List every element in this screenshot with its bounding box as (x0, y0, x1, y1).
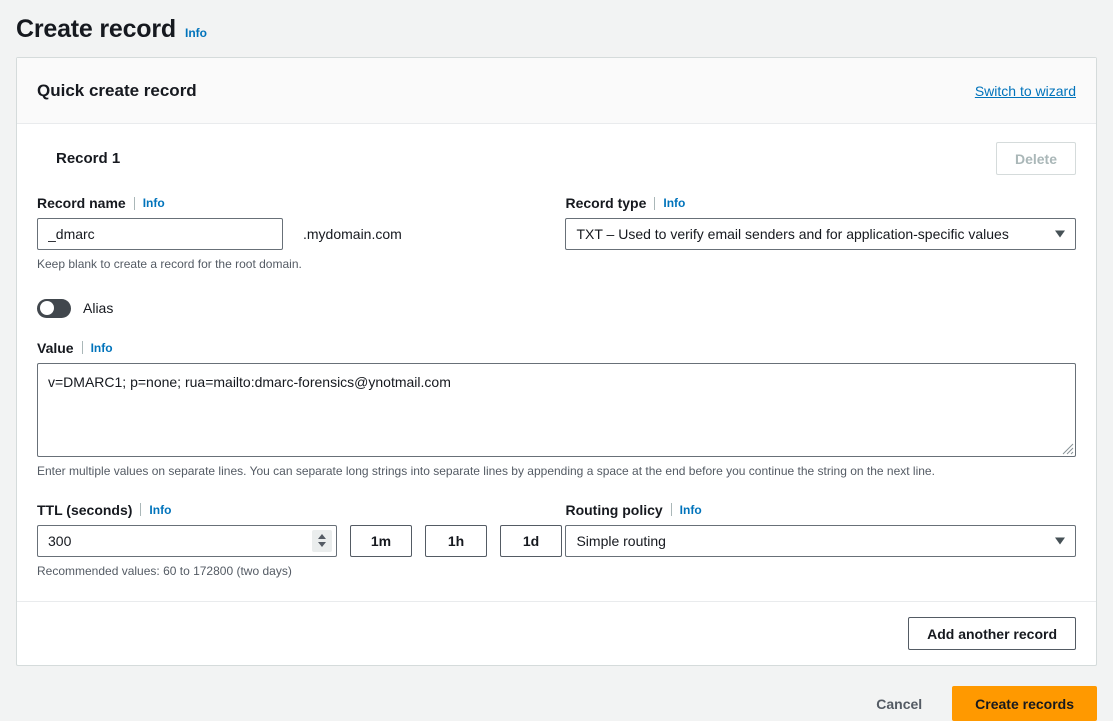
card-header: Quick create record Switch to wizard (17, 58, 1096, 124)
value-label: Value (37, 340, 74, 356)
label-divider (82, 341, 83, 354)
add-another-record-button[interactable]: Add another record (908, 617, 1076, 650)
record-type-field: Record type Info TXT – Used to verify em… (565, 195, 1076, 273)
routing-label-group: Routing policy Info (565, 502, 1076, 518)
quick-create-record-card: Quick create record Switch to wizard Rec… (16, 57, 1097, 666)
record-header-row: Record 1 Delete (37, 142, 1076, 175)
routing-policy-select[interactable]: Simple routing (565, 525, 1076, 557)
name-type-row: Record name Info .mydomain.com Keep blan… (37, 195, 1076, 273)
record-label: Record 1 (56, 150, 120, 167)
record-type-label-group: Record type Info (565, 195, 1076, 211)
routing-policy-info-link[interactable]: Info (680, 503, 702, 517)
value-info-link[interactable]: Info (91, 341, 113, 355)
record-name-info-link[interactable]: Info (143, 196, 165, 210)
ttl-info-link[interactable]: Info (149, 503, 171, 517)
page-info-link[interactable]: Info (185, 26, 207, 40)
record-name-input[interactable] (37, 218, 283, 250)
alias-row: Alias (37, 299, 1076, 318)
card-header-title: Quick create record (37, 81, 197, 101)
ttl-field: TTL (seconds) Info 1m 1h 1d (37, 502, 564, 580)
record-type-select[interactable]: TXT – Used to verify email senders and f… (565, 218, 1076, 250)
ttl-preset-1d[interactable]: 1d (500, 525, 562, 557)
value-textarea-wrap (37, 363, 1076, 457)
delete-record-button[interactable]: Delete (996, 142, 1076, 175)
ttl-label: TTL (seconds) (37, 502, 132, 518)
label-divider (671, 503, 672, 516)
record-name-label: Record name (37, 195, 126, 211)
page-header: Create record Info (0, 0, 1113, 44)
record-name-input-row: .mydomain.com (37, 218, 564, 250)
switch-to-wizard-link[interactable]: Switch to wizard (975, 83, 1076, 99)
ttl-stepper[interactable] (312, 530, 332, 552)
label-divider (654, 197, 655, 210)
ttl-label-group: TTL (seconds) Info (37, 502, 564, 518)
chevron-up-icon (318, 534, 326, 539)
ttl-hint: Recommended values: 60 to 172800 (two da… (37, 563, 564, 580)
card-body: Record 1 Delete Record name Info .mydoma… (17, 124, 1096, 601)
record-collapse-toggle[interactable]: Record 1 (37, 150, 120, 167)
value-hint: Enter multiple values on separate lines.… (37, 463, 1076, 480)
alias-label: Alias (83, 300, 113, 316)
alias-toggle[interactable] (37, 299, 71, 318)
routing-policy-label: Routing policy (565, 502, 662, 518)
toggle-knob (40, 301, 54, 315)
record-type-select-wrap: TXT – Used to verify email senders and f… (565, 218, 1076, 250)
cancel-button[interactable]: Cancel (872, 688, 926, 720)
record-name-field: Record name Info .mydomain.com Keep blan… (37, 195, 564, 273)
domain-suffix-label: .mydomain.com (303, 226, 402, 242)
ttl-preset-1m[interactable]: 1m (350, 525, 412, 557)
create-records-button[interactable]: Create records (952, 686, 1097, 721)
value-label-group: Value Info (37, 340, 1076, 356)
ttl-routing-row: TTL (seconds) Info 1m 1h 1d (37, 502, 1076, 580)
ttl-preset-1h[interactable]: 1h (425, 525, 487, 557)
routing-policy-field: Routing policy Info Simple routing (565, 502, 1076, 580)
ttl-input[interactable] (37, 525, 337, 557)
label-divider (134, 197, 135, 210)
ttl-controls-row: 1m 1h 1d (37, 525, 564, 557)
page-title: Create record (16, 14, 176, 44)
record-name-label-group: Record name Info (37, 195, 564, 211)
record-type-info-link[interactable]: Info (663, 196, 685, 210)
value-field: Value Info Enter multiple values on sepa… (37, 340, 1076, 480)
routing-policy-select-wrap: Simple routing (565, 525, 1076, 557)
record-name-hint: Keep blank to create a record for the ro… (37, 256, 564, 273)
label-divider (140, 503, 141, 516)
record-type-label: Record type (565, 195, 646, 211)
card-footer: Add another record (17, 601, 1096, 665)
ttl-input-wrap (37, 525, 337, 557)
value-textarea[interactable] (37, 363, 1076, 457)
chevron-down-icon (318, 542, 326, 547)
